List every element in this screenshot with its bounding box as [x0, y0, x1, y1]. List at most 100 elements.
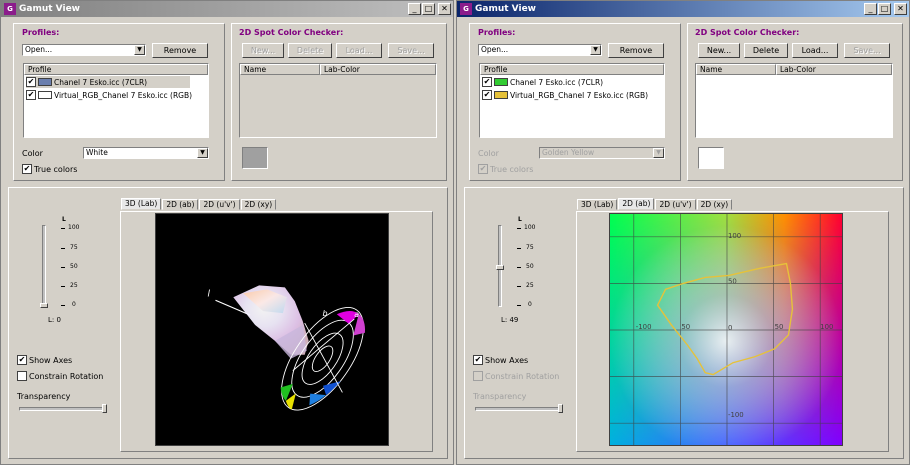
close-button[interactable]: ✕	[438, 3, 451, 15]
maximize-button[interactable]: □	[422, 3, 435, 15]
load-spot-button[interactable]: Load...	[792, 43, 838, 58]
profiles-panel: Profiles: Open... ▼ Remove Profile ✔ Cha…	[469, 23, 681, 181]
view-tabs: 3D (Lab) 2D (ab) 2D (u'v') 2D (xy)	[121, 198, 277, 210]
profile-checkbox[interactable]: ✔	[482, 77, 492, 87]
true-colors-checkbox[interactable]: ✔ True colors	[478, 164, 533, 174]
chevron-down-icon: ▼	[134, 45, 145, 55]
l-tick-label: 50	[70, 263, 78, 270]
chevron-down-icon: ▼	[197, 148, 208, 158]
load-spot-button[interactable]: Load...	[336, 43, 382, 58]
tab-2d-uv[interactable]: 2D (u'v')	[199, 199, 240, 210]
title-bar-left[interactable]: G Gamut View _ □ ✕	[1, 1, 453, 17]
tab-3d-lab[interactable]: 3D (Lab)	[121, 198, 162, 210]
l-tick-label: 0	[528, 301, 532, 308]
spot-color-title: 2D Spot Color Checker:	[239, 28, 344, 37]
spot-color-preview[interactable]	[698, 147, 724, 169]
spot-color-panel: 2D Spot Color Checker: New... Delete Loa…	[231, 23, 447, 181]
minimize-button[interactable]: _	[864, 3, 877, 15]
l-tick-label: 25	[70, 282, 78, 289]
profile-select[interactable]: Open... ▼	[478, 44, 602, 56]
delete-spot-button[interactable]: Delete	[744, 43, 788, 58]
l-tick-label: 0	[72, 301, 76, 308]
gamut-view-window-right: G Gamut View _ □ ✕ Profiles: Open... ▼ R…	[456, 0, 910, 465]
transparency-slider-track[interactable]	[475, 407, 561, 411]
profile-name: Virtual_RGB_Chanel 7 Esko.icc (RGB)	[510, 90, 649, 100]
tab-3d-lab[interactable]: 3D (Lab)	[577, 199, 618, 210]
profile-row[interactable]: ✔ Virtual_RGB_Chanel 7 Esko.icc (RGB)	[482, 89, 648, 101]
color-label: Color	[478, 149, 499, 158]
profiles-panel: Profiles: Open... ▼ Remove Profile ✔ Cha…	[13, 23, 225, 181]
chevron-down-icon: ▼	[590, 45, 601, 55]
b-axis-label: 50	[728, 277, 737, 285]
profile-color-swatch	[494, 78, 508, 86]
profile-column-header[interactable]: Profile	[24, 64, 208, 75]
spot-color-title: 2D Spot Color Checker:	[695, 28, 800, 37]
app-icon: G	[460, 3, 472, 15]
transparency-slider-thumb[interactable]	[102, 404, 107, 413]
tab-2d-ab[interactable]: 2D (ab)	[618, 198, 655, 210]
spot-color-list[interactable]: Name Lab-Color	[695, 63, 893, 138]
profile-column-header[interactable]: Profile	[480, 64, 664, 75]
profile-checkbox[interactable]: ✔	[482, 90, 492, 100]
tab-2d-xy[interactable]: 2D (xy)	[696, 199, 733, 210]
delete-spot-button[interactable]: Delete	[288, 43, 332, 58]
title-bar-right[interactable]: G Gamut View _ □ ✕	[457, 1, 909, 17]
profiles-list[interactable]: Profile ✔ Chanel 7 Esko.icc (7CLR) ✔ Vir…	[479, 63, 665, 138]
a-axis-label: 100	[820, 323, 833, 331]
spot-color-list[interactable]: Name Lab-Color	[239, 63, 437, 138]
l-slider-label: L	[518, 216, 522, 223]
transparency-slider-thumb[interactable]	[558, 404, 563, 413]
color-select[interactable]: Golden Yellow ▼	[539, 147, 665, 159]
profile-checkbox[interactable]: ✔	[26, 77, 36, 87]
l-slider-thumb[interactable]	[40, 303, 48, 308]
remove-button[interactable]: Remove	[608, 43, 664, 58]
l-slider-thumb[interactable]	[496, 265, 504, 270]
profile-name: Chanel 7 Esko.icc (7CLR)	[510, 77, 604, 87]
show-axes-checkbox[interactable]: ✔ Show Axes	[473, 355, 528, 365]
color-select[interactable]: White ▼	[83, 147, 209, 159]
save-spot-button[interactable]: Save...	[844, 43, 890, 58]
l-tick-label: 25	[526, 282, 534, 289]
b-axis-label: 100	[728, 232, 741, 240]
save-spot-button[interactable]: Save...	[388, 43, 434, 58]
l-tick-label: 100	[524, 224, 536, 231]
close-button[interactable]: ✕	[894, 3, 907, 15]
b-axis-label: 0	[728, 324, 732, 332]
profile-row[interactable]: ✔ Chanel 7 Esko.icc (7CLR)	[482, 76, 603, 88]
profile-select[interactable]: Open... ▼	[22, 44, 146, 56]
l-slider-track[interactable]	[42, 225, 46, 307]
l-slider-label: L	[62, 216, 66, 223]
lab-color-column-header[interactable]: Lab-Color	[320, 64, 436, 75]
b-axis-label: b	[323, 309, 328, 318]
profiles-list[interactable]: Profile ✔ Chanel 7 Esko.icc (7CLR) ✔ Vir…	[23, 63, 209, 138]
profile-row[interactable]: ✔ Chanel 7 Esko.icc (7CLR)	[26, 76, 190, 88]
lab-3d-canvas[interactable]: l b a	[155, 213, 389, 446]
tab-2d-ab[interactable]: 2D (ab)	[162, 199, 199, 210]
spot-color-preview[interactable]	[242, 147, 268, 169]
tab-2d-xy[interactable]: 2D (xy)	[240, 199, 277, 210]
profiles-label: Profiles:	[478, 28, 516, 37]
new-spot-button[interactable]: New...	[242, 43, 284, 58]
profile-color-swatch	[494, 91, 508, 99]
name-column-header[interactable]: Name	[240, 64, 320, 75]
a-axis-label: -100	[636, 323, 652, 331]
transparency-slider-track[interactable]	[19, 407, 105, 411]
a-axis-label: 50	[775, 323, 784, 331]
profile-checkbox[interactable]: ✔	[26, 90, 36, 100]
gamut-display-panel: L 100 75 50 25 0 L: 49 ✔ Show Axes Const…	[464, 187, 904, 459]
tab-2d-uv[interactable]: 2D (u'v')	[655, 199, 696, 210]
lab-color-column-header[interactable]: Lab-Color	[776, 64, 892, 75]
constrain-rotation-checkbox[interactable]: Constrain Rotation	[17, 371, 103, 381]
minimize-button[interactable]: _	[408, 3, 421, 15]
ab-plane-canvas[interactable]: 100 50 0 -100 50 50 100 -100	[609, 213, 843, 446]
profile-row[interactable]: ✔ Virtual_RGB_Chanel 7 Esko.icc (RGB)	[26, 89, 192, 101]
remove-button[interactable]: Remove	[152, 43, 208, 58]
l-tick-label: 75	[526, 244, 534, 251]
maximize-button[interactable]: □	[878, 3, 891, 15]
show-axes-checkbox[interactable]: ✔ Show Axes	[17, 355, 72, 365]
new-spot-button[interactable]: New...	[698, 43, 740, 58]
constrain-rotation-checkbox[interactable]: Constrain Rotation	[473, 371, 559, 381]
gamut-display-panel: L 100 75 50 25 0 L: 0 ✔ Show Axes Constr…	[8, 187, 448, 459]
true-colors-checkbox[interactable]: ✔ True colors	[22, 164, 77, 174]
name-column-header[interactable]: Name	[696, 64, 776, 75]
